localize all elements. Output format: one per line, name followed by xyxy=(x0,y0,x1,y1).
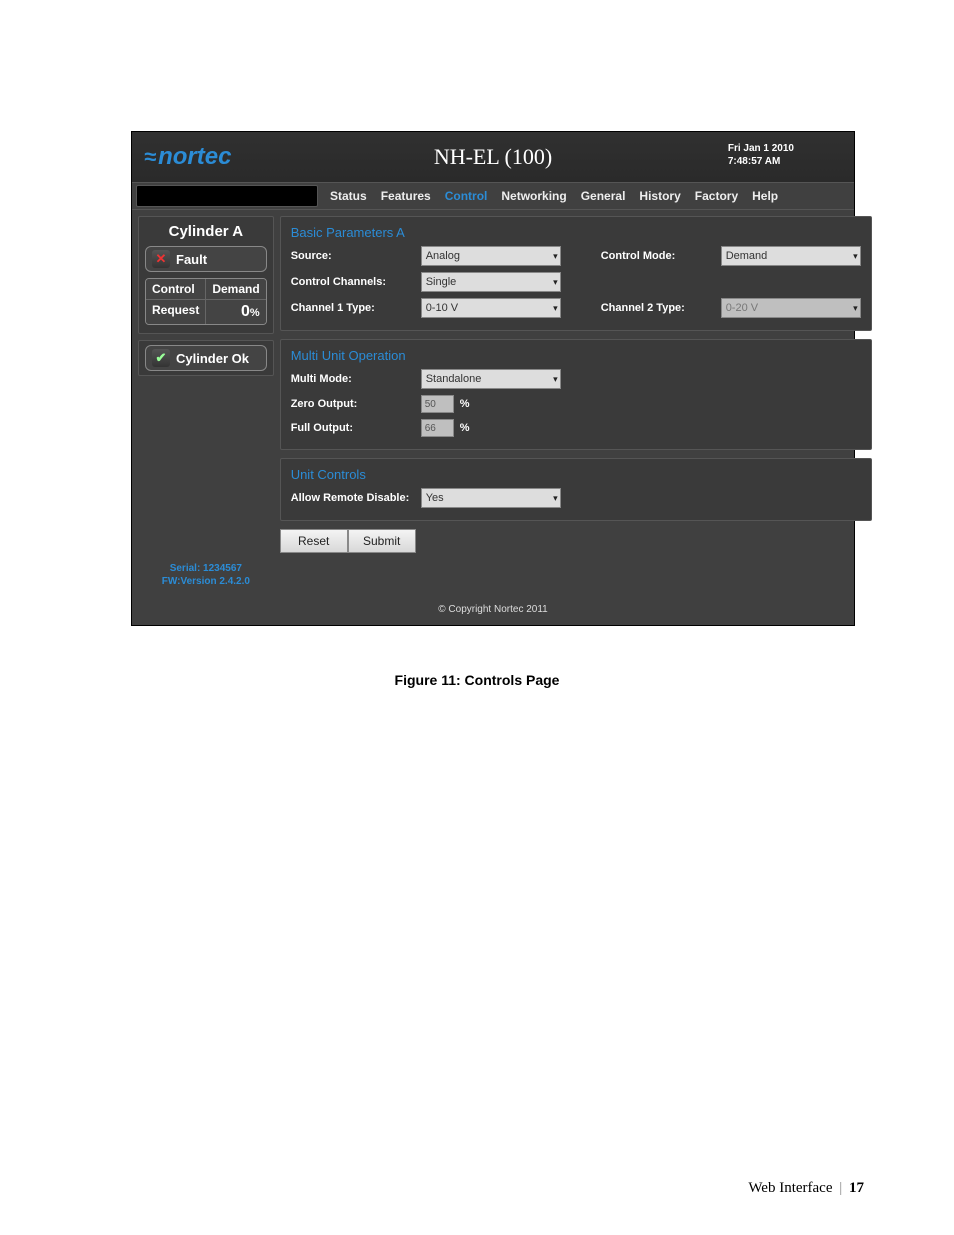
reset-button[interactable]: Reset xyxy=(280,529,348,553)
channel2-select[interactable]: 0-20 V ▾ xyxy=(721,298,861,318)
zero-output-input[interactable]: 50 xyxy=(421,395,454,413)
source-value: Analog xyxy=(426,250,460,262)
nav-general[interactable]: General xyxy=(581,189,626,203)
datetime-block: Fri Jan 1 2010 7:48:57 AM xyxy=(728,142,794,168)
multi-mode-value: Standalone xyxy=(426,373,482,385)
unit-controls-title: Unit Controls xyxy=(291,467,861,482)
sidebar: Cylinder A ✕ Fault Control Demand Reques… xyxy=(138,216,274,592)
fault-pill: ✕ Fault xyxy=(145,246,267,272)
multi-unit-panel: Multi Unit Operation Multi Mode: Standal… xyxy=(280,339,872,450)
source-label: Source: xyxy=(291,250,421,262)
allow-remote-label: Allow Remote Disable: xyxy=(291,492,421,504)
demand-col1-header: Control xyxy=(146,279,205,300)
nav-networking[interactable]: Networking xyxy=(501,189,566,203)
nav-features[interactable]: Features xyxy=(381,189,431,203)
chevron-down-icon: ▾ xyxy=(853,303,858,314)
control-mode-value: Demand xyxy=(726,250,768,262)
basic-parameters-panel: Basic Parameters A Source: Analog ▾ Cont… xyxy=(280,216,872,331)
footer-separator: | xyxy=(839,1180,842,1196)
full-output-field: 66 % xyxy=(421,419,561,437)
nav-status[interactable]: Status xyxy=(330,189,367,203)
nav-factory[interactable]: Factory xyxy=(695,189,738,203)
demand-value: 0 xyxy=(241,303,250,320)
app-body: Cylinder A ✕ Fault Control Demand Reques… xyxy=(132,210,854,598)
full-output-input[interactable]: 66 xyxy=(421,419,454,437)
row-zero-output: Zero Output: 50 % xyxy=(291,395,861,413)
demand-table: Control Demand Request 0% xyxy=(145,278,267,325)
page-number: 17 xyxy=(849,1180,864,1196)
channel2-value: 0-20 V xyxy=(726,302,758,314)
row-channel-types: Channel 1 Type: 0-10 V ▾ Channel 2 Type:… xyxy=(291,298,861,318)
row-source: Source: Analog ▾ Control Mode: Demand ▾ xyxy=(291,246,861,266)
row-control-channels: Control Channels: Single ▾ xyxy=(291,272,861,292)
zero-output-unit: % xyxy=(460,398,470,410)
nav-history[interactable]: History xyxy=(639,189,680,203)
cylinder-ok-card: ✔ Cylinder Ok xyxy=(138,340,274,376)
basic-title: Basic Parameters A xyxy=(291,225,861,240)
multi-title: Multi Unit Operation xyxy=(291,348,861,363)
cylinder-heading: Cylinder A xyxy=(145,223,267,240)
fw-version: FW:Version 2.4.2.0 xyxy=(138,575,274,588)
check-icon: ✔ xyxy=(152,349,170,367)
serial-number: Serial: 1234567 xyxy=(138,562,274,575)
demand-row-value: 0% xyxy=(205,300,265,324)
chevron-down-icon: ▾ xyxy=(553,251,558,262)
channel2-label: Channel 2 Type: xyxy=(601,302,721,314)
control-mode-select[interactable]: Demand ▾ xyxy=(721,246,861,266)
control-channels-label: Control Channels: xyxy=(291,276,421,288)
full-output-label: Full Output: xyxy=(291,422,421,434)
multi-mode-label: Multi Mode: xyxy=(291,373,421,385)
row-allow-remote: Allow Remote Disable: Yes ▾ xyxy=(291,488,861,508)
cylinder-ok-label: Cylinder Ok xyxy=(176,351,249,366)
cylinder-card: Cylinder A ✕ Fault Control Demand Reques… xyxy=(138,216,274,334)
cylinder-ok-pill: ✔ Cylinder Ok xyxy=(145,345,267,371)
nav-control[interactable]: Control xyxy=(445,189,488,203)
nav-spacer xyxy=(136,185,318,207)
chevron-down-icon: ▾ xyxy=(553,277,558,288)
chevron-down-icon: ▾ xyxy=(553,303,558,314)
demand-col2-header: Demand xyxy=(205,279,265,300)
chevron-down-icon: ▾ xyxy=(553,493,558,504)
x-icon: ✕ xyxy=(152,250,170,268)
date-line: Fri Jan 1 2010 xyxy=(728,142,794,155)
nav-help[interactable]: Help xyxy=(752,189,778,203)
button-row: Reset Submit xyxy=(280,529,872,553)
multi-mode-select[interactable]: Standalone ▾ xyxy=(421,369,561,389)
figure-caption: Figure 11: Controls Page xyxy=(0,672,954,688)
allow-remote-select[interactable]: Yes ▾ xyxy=(421,488,561,508)
channel1-select[interactable]: 0-10 V ▾ xyxy=(421,298,561,318)
chevron-down-icon: ▾ xyxy=(853,251,858,262)
unit-controls-panel: Unit Controls Allow Remote Disable: Yes … xyxy=(280,458,872,521)
fault-label: Fault xyxy=(176,252,207,267)
allow-remote-value: Yes xyxy=(426,492,444,504)
demand-row-label: Request xyxy=(146,300,205,324)
control-channels-value: Single xyxy=(426,276,457,288)
screenshot-frame: ≈ nortec NH-EL (100) Fri Jan 1 2010 7:48… xyxy=(131,131,855,626)
control-channels-select[interactable]: Single ▾ xyxy=(421,272,561,292)
nav-bar: Status Features Control Networking Gener… xyxy=(132,183,854,210)
row-full-output: Full Output: 66 % xyxy=(291,419,861,437)
zero-output-label: Zero Output: xyxy=(291,398,421,410)
page-footer: Web Interface | 17 xyxy=(748,1180,864,1197)
full-output-unit: % xyxy=(460,422,470,434)
serial-block: Serial: 1234567 FW:Version 2.4.2.0 xyxy=(138,382,274,592)
source-select[interactable]: Analog ▾ xyxy=(421,246,561,266)
main-column: Basic Parameters A Source: Analog ▾ Cont… xyxy=(280,216,872,592)
demand-unit: % xyxy=(250,307,260,319)
section-name: Web Interface xyxy=(748,1180,832,1196)
submit-button[interactable]: Submit xyxy=(348,529,416,553)
zero-output-field: 50 % xyxy=(421,395,561,413)
chevron-down-icon: ▾ xyxy=(553,374,558,385)
time-line: 7:48:57 AM xyxy=(728,155,794,168)
channel1-value: 0-10 V xyxy=(426,302,458,314)
app-header: ≈ nortec NH-EL (100) Fri Jan 1 2010 7:48… xyxy=(132,132,854,183)
control-mode-label: Control Mode: xyxy=(601,250,721,262)
copyright-footer: © Copyright Nortec 2011 xyxy=(132,598,854,625)
row-multi-mode: Multi Mode: Standalone ▾ xyxy=(291,369,861,389)
channel1-label: Channel 1 Type: xyxy=(291,302,421,314)
nav-items: Status Features Control Networking Gener… xyxy=(322,183,854,209)
document-page: ≈ nortec NH-EL (100) Fri Jan 1 2010 7:48… xyxy=(0,0,954,1235)
